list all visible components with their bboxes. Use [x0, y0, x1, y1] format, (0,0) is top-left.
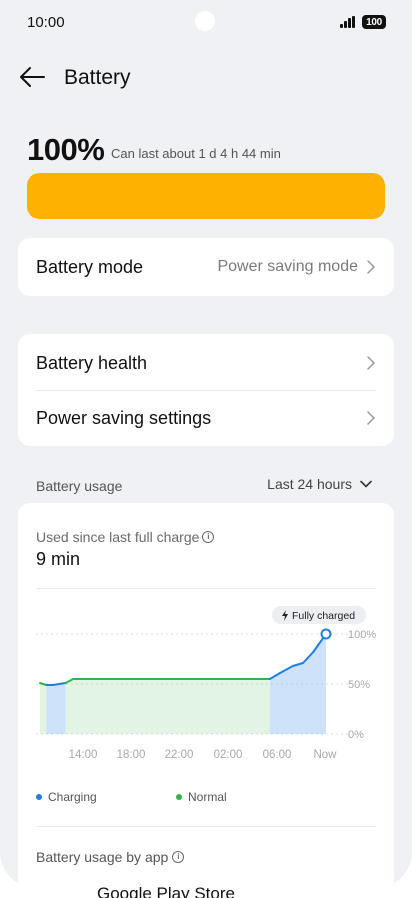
battery-level-bar: [27, 173, 385, 219]
battery-estimate: Can last about 1 d 4 h 44 min: [111, 146, 281, 161]
battery-usage-chart: Fully charged 100% 50% 0% 14:00 18:00 22:00 02:…: [36, 606, 376, 761]
battery-usage-card: Used since last full charge i 9 min Full…: [18, 503, 394, 888]
divider: [36, 588, 376, 589]
legend-charging: Charging: [36, 790, 97, 804]
x-tick-label: Now: [313, 749, 337, 761]
battery-status-icon: 100: [362, 15, 386, 29]
battery-mode-card[interactable]: Battery mode Power saving mode: [18, 238, 394, 296]
chart-end-point: [320, 628, 332, 640]
divider: [36, 826, 376, 827]
power-saving-settings-label: Power saving settings: [36, 407, 212, 428]
x-tick-label: 14:00: [69, 749, 98, 761]
legend-dot-normal: [176, 794, 182, 800]
signal-icon: [340, 16, 356, 28]
used-since-text: Used since last full charge: [36, 529, 200, 545]
usage-range-dropdown[interactable]: Last 24 hours: [267, 476, 372, 492]
battery-health-row[interactable]: Battery health: [36, 336, 376, 390]
battery-health-label: Battery health: [36, 352, 148, 373]
fully-charged-badge-text: Fully charged: [292, 610, 355, 622]
power-saving-settings-row[interactable]: Power saving settings: [36, 391, 376, 445]
chart-area-segment: [292, 663, 304, 734]
chart-area-segment: [65, 679, 74, 734]
battery-mode-value: Power saving mode: [217, 258, 358, 275]
usage-by-app-label: Battery usage by app i: [36, 849, 185, 865]
battery-usage-title: Battery usage: [36, 478, 123, 494]
battery-level-fill: [27, 173, 385, 219]
battery-settings-card: Battery health Power saving settings: [18, 334, 394, 446]
chevron-right-icon: [367, 411, 376, 425]
chart-area-segment: [280, 666, 293, 734]
info-icon[interactable]: i: [172, 851, 185, 863]
battery-screen: 10:00 100 Battery 100% Can last about 1 …: [0, 0, 412, 888]
battery-percent: 100%: [27, 132, 105, 167]
chart-area-segment: [269, 673, 281, 734]
chart-area-segment: [73, 679, 270, 734]
used-since-label: Used since last full charge i: [36, 529, 215, 545]
camera-cutout: [195, 11, 215, 31]
chevron-right-icon: [367, 260, 376, 274]
page-title: Battery: [64, 66, 131, 89]
status-time: 10:00: [27, 14, 65, 31]
legend-label-normal: Normal: [188, 790, 227, 804]
chart-area-segment: [52, 683, 66, 734]
chart-area-segment: [46, 685, 53, 734]
legend-normal: Normal: [176, 790, 227, 804]
legend-label-charging: Charging: [48, 790, 97, 804]
battery-mode-label: Battery mode: [36, 256, 144, 277]
bottom-peek-text: Google Play Store: [97, 884, 235, 898]
status-bar: 10:00 100: [0, 0, 412, 48]
usage-range-value: Last 24 hours: [267, 476, 352, 492]
used-since-value: 9 min: [36, 549, 81, 569]
chevron-down-icon: [360, 480, 372, 488]
y-tick-label: 0%: [348, 729, 364, 741]
y-tick-label: 100%: [348, 629, 376, 641]
info-icon[interactable]: i: [202, 531, 215, 543]
x-tick-label: 02:00: [214, 749, 243, 761]
x-tick-label: 18:00: [117, 749, 146, 761]
legend-dot-charging: [36, 794, 42, 800]
chart-area-segment: [303, 652, 314, 734]
usage-by-app-text: Battery usage by app: [36, 849, 169, 865]
chevron-right-icon: [367, 356, 376, 370]
chart-area-segment: [40, 683, 47, 734]
x-tick-label: 06:00: [263, 749, 292, 761]
back-arrow-icon[interactable]: [19, 66, 45, 88]
x-tick-label: 22:00: [165, 749, 194, 761]
y-tick-label: 50%: [348, 679, 370, 691]
